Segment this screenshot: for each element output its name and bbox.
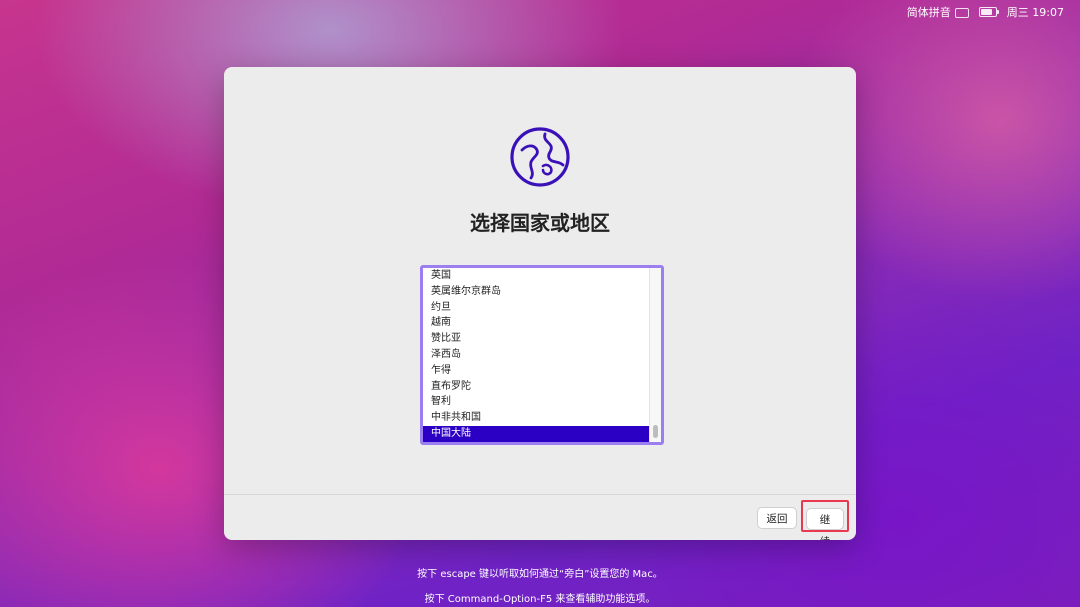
footer-divider [224,494,856,495]
battery-icon[interactable] [978,7,999,17]
country-list-item[interactable]: 中国大陆 [423,425,649,442]
country-list-item[interactable]: 中非共和国 [423,410,649,426]
country-list-item[interactable]: 约旦 [423,300,649,316]
country-list-item[interactable]: 英属维尔京群岛 [423,284,649,300]
input-method-menu[interactable]: 简体拼音 [907,4,969,20]
list-scrollbar[interactable] [649,268,661,442]
country-list-item[interactable]: 直布罗陀 [423,379,649,395]
menu-clock[interactable]: 周三 19:07 [1007,4,1064,20]
setup-window: 选择国家或地区 英国 英属维尔京群岛 约旦 越南 赞比亚 泽西岛 乍得 直布罗陀 智利 中非共和国… [224,67,856,540]
country-list-item[interactable]: 智利 [423,394,649,410]
continue-button[interactable]: 继续 [806,508,844,540]
page-title: 选择国家或地区 [470,211,610,235]
country-list-items: 英国 英属维尔京群岛 约旦 越南 赞比亚 泽西岛 乍得 直布罗陀 智利 中非共和国 中国大陆 [423,268,649,442]
country-list-item[interactable]: 英国 [423,268,649,284]
accessibility-hint: 按下 Command-Option-F5 来查看辅助功能选项。 [424,594,656,605]
back-button[interactable]: 返回 [757,507,797,529]
globe-icon [510,127,570,187]
country-list-item[interactable]: 泽西岛 [423,347,649,363]
input-method-label: 简体拼音 [906,6,951,19]
scrollbar-thumb[interactable] [653,425,658,438]
country-list-item[interactable]: 赞比亚 [423,331,649,347]
voiceover-hint: 按下 escape 键以听取如何通过“旁白”设置您的 Mac。 [417,569,663,580]
keyboard-icon [954,8,969,18]
country-list[interactable]: 英国 英属维尔京群岛 约旦 越南 赞比亚 泽西岛 乍得 直布罗陀 智利 中非共和国 中国大陆 [420,265,664,445]
country-list-item[interactable]: 乍得 [423,363,649,379]
menu-bar: 简体拼音 周三 19:07 [907,0,1080,24]
country-list-item[interactable]: 越南 [423,315,649,331]
